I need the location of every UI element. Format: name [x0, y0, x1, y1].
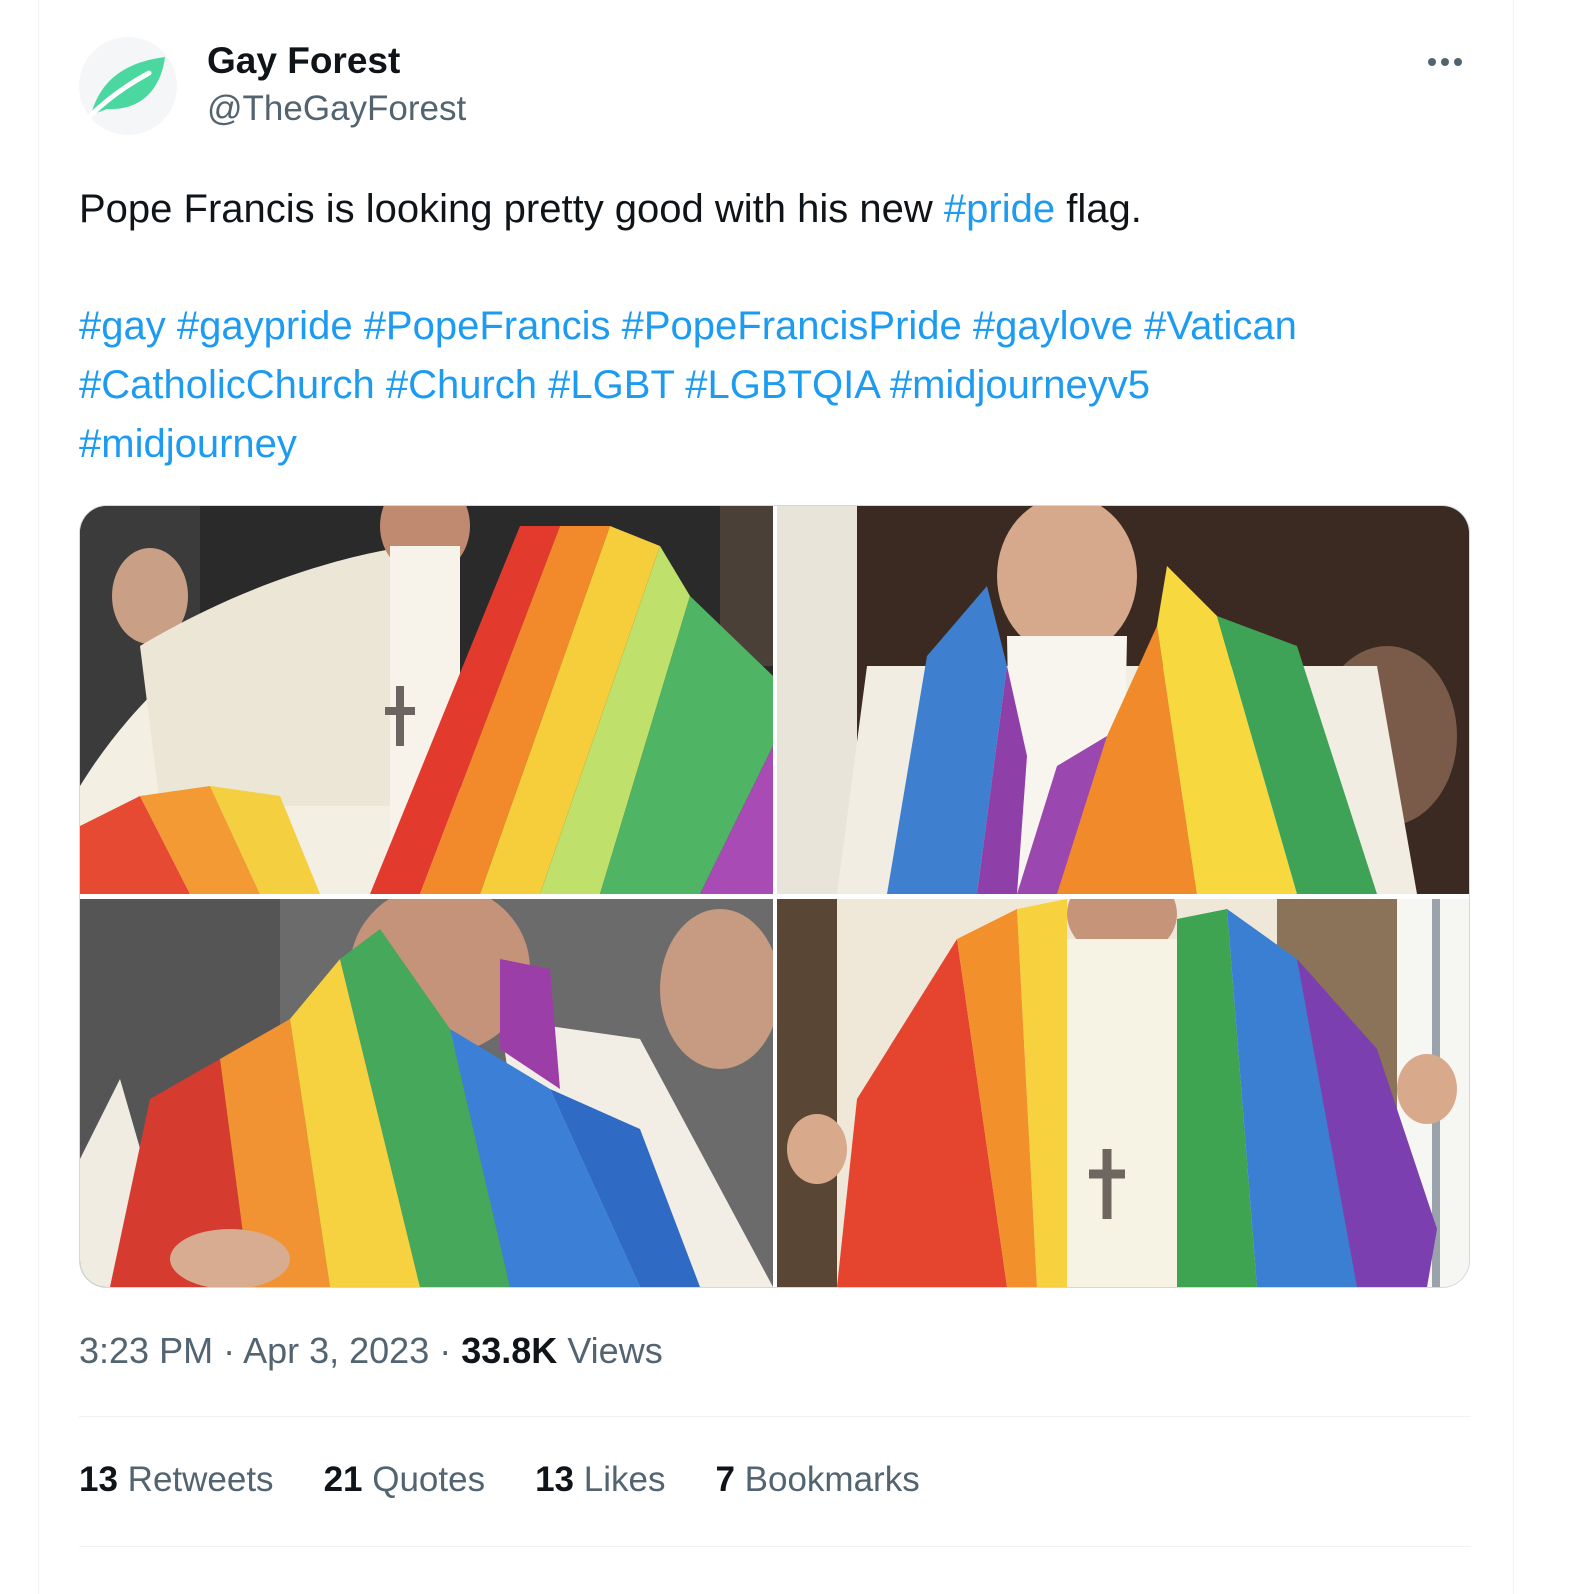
hashtag-link[interactable]: #midjourneyv5: [890, 363, 1150, 407]
hashtag-link[interactable]: #Vatican: [1144, 304, 1297, 348]
views-count: 33.8K: [461, 1330, 558, 1371]
quotes-stat[interactable]: 21 Quotes: [324, 1460, 486, 1506]
media-photo-1[interactable]: [80, 506, 773, 894]
media-photo-3[interactable]: [80, 899, 773, 1287]
bookmarks-stat[interactable]: 7 Bookmarks: [715, 1460, 919, 1506]
tweet-text-end: flag.: [1055, 187, 1142, 231]
hashtag-link[interactable]: #midjourney: [79, 422, 297, 466]
retweets-stat[interactable]: 13 Retweets: [79, 1460, 274, 1506]
tweet-card: Gay Forest @TheGayForest Pope Francis is…: [38, 0, 1514, 1594]
hashtag-link[interactable]: #CatholicChurch: [79, 363, 375, 407]
author-handle[interactable]: @TheGayForest: [207, 89, 466, 129]
tweet-metadata: 3:23 PM · Apr 3, 2023 · 33.8K Views: [79, 1330, 663, 1371]
media-photo-2[interactable]: [777, 506, 1469, 894]
hashtag-link[interactable]: #gaypride: [177, 304, 353, 348]
author-name[interactable]: Gay Forest: [207, 40, 400, 82]
more-options-button[interactable]: [1419, 44, 1471, 80]
hashtag-link[interactable]: #PopeFrancisPride: [622, 304, 962, 348]
hashtag-link[interactable]: #LGBTQIA: [685, 363, 878, 407]
tweet-text-start: Pope Francis is looking pretty good with…: [79, 187, 944, 231]
hashtag-link[interactable]: #gay: [79, 304, 166, 348]
avatar[interactable]: [79, 37, 177, 135]
likes-stat[interactable]: 13 Likes: [535, 1460, 665, 1506]
tweet-date[interactable]: Apr 3, 2023: [243, 1330, 429, 1371]
hashtag-link[interactable]: #PopeFrancis: [364, 304, 611, 348]
engagement-stats: 13 Retweets 21 Quotes 13 Likes 7 Bookmar…: [79, 1460, 920, 1506]
media-grid: [79, 505, 1470, 1288]
green-leaf-icon: [86, 57, 165, 120]
hashtag-list: #gay #gaypride #PopeFrancis #PopeFrancis…: [79, 297, 1479, 474]
media-photo-4[interactable]: [777, 899, 1469, 1287]
hashtag-link[interactable]: #Church: [386, 363, 537, 407]
hashtag-link[interactable]: #gaylove: [973, 304, 1133, 348]
ellipsis-icon: [1428, 58, 1436, 66]
views-label: Views: [557, 1330, 663, 1371]
divider: [79, 1416, 1471, 1417]
tweet-time[interactable]: 3:23 PM: [79, 1330, 213, 1371]
hashtag-pride-link[interactable]: #pride: [944, 187, 1055, 231]
divider: [79, 1546, 1471, 1547]
hashtag-link[interactable]: #LGBT: [548, 363, 674, 407]
tweet-text: Pope Francis is looking pretty good with…: [79, 180, 1479, 239]
